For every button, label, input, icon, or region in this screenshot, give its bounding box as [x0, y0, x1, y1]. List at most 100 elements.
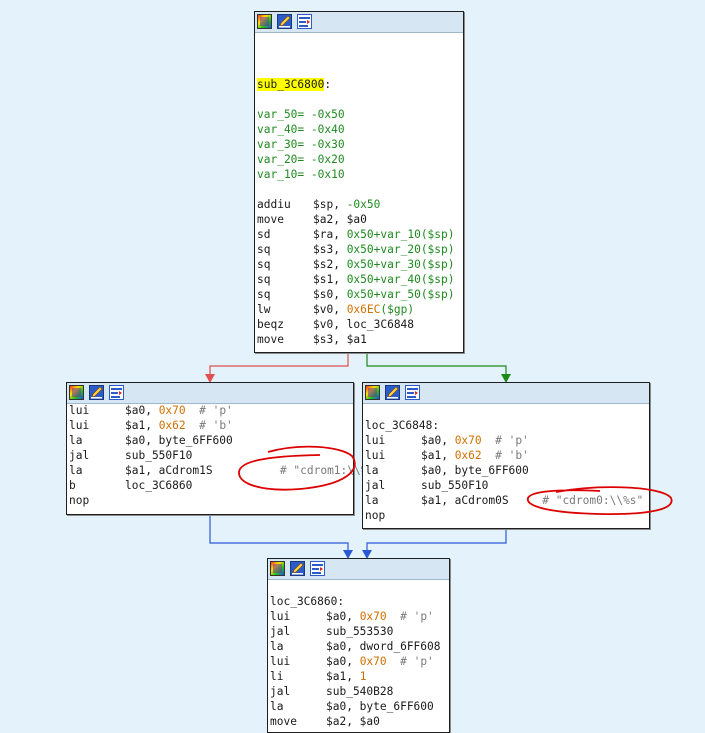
instruction-mnemonic: move	[257, 333, 284, 346]
instruction-comment: # 'p'	[185, 404, 233, 417]
instruction-operands: $s0, 0x50+var_50($sp)	[313, 287, 455, 302]
color-palette-icon[interactable]	[270, 561, 285, 576]
code-line: var_20= -0x20	[257, 152, 345, 167]
gp-offset-number: 0x6EC	[346, 303, 381, 316]
instruction-operands: $a0, 0x70 # 'p'	[421, 433, 529, 448]
code-block-cdrom1[interactable]: lui $a0, 0x70 # 'p' lui $a1, 0x62 # 'b' la $a…	[66, 382, 381, 515]
instruction-operands: $a0, 0x70 # 'p'	[326, 654, 434, 669]
instruction-mnemonic: move	[257, 213, 284, 226]
instruction-mnemonic: jal	[365, 479, 386, 492]
instruction-comment: # 'p'	[386, 655, 434, 668]
graph-switch-icon[interactable]	[297, 14, 312, 29]
block-titlebar	[268, 559, 449, 580]
instruction-mnemonic: la	[270, 700, 284, 713]
instruction-comment: # 'p'	[481, 434, 529, 447]
instruction-mnemonic: sq	[257, 273, 271, 286]
operand-text: sub_553530	[326, 625, 394, 638]
stack-var-name: var_30=	[257, 138, 311, 151]
gp-register: ($gp)	[380, 303, 415, 316]
operand-text: $a0,	[326, 655, 360, 668]
instruction-operands: $a0, 0x70 # 'p'	[125, 403, 233, 418]
operand-text: sub_540B28	[326, 685, 394, 698]
instruction-mnemonic: jal	[69, 449, 90, 462]
block-titlebar	[255, 12, 463, 33]
block-titlebar	[67, 383, 353, 404]
function-label: sub_3C6800	[257, 78, 325, 91]
code-block-loc-3c6848[interactable]: loc_3C6848: lui $a0, 0x70 # 'p' lui $a1, 0x6…	[362, 382, 650, 529]
operand-base: ($sp)	[420, 273, 455, 286]
instruction-mnemonic: lui	[365, 434, 386, 447]
instruction-mnemonic: sq	[257, 258, 271, 271]
instruction-operands: $a1, 0x62 # 'b'	[125, 418, 233, 433]
operand-text: loc_3C6860	[125, 479, 193, 492]
instruction-operands: $a2, $a0	[313, 212, 367, 227]
instruction-mnemonic: jal	[270, 625, 291, 638]
edge-branch-fallthrough	[366, 352, 507, 376]
instruction-operands: $a2, $a0	[326, 714, 380, 729]
stack-var-name: var_20=	[257, 153, 311, 166]
code-line: loc_3C6860:	[270, 594, 344, 609]
instruction-comment: # "cdrom0:\\%s"	[508, 494, 644, 507]
instruction-operands: $a0, dword_6FF608	[326, 639, 441, 654]
operand-base: ($sp)	[420, 288, 455, 301]
code-block-loc-3c6860[interactable]: loc_3C6860:lui $a0, 0x70 # 'p' jal sub_5535…	[267, 558, 450, 733]
color-palette-icon[interactable]	[365, 385, 380, 400]
edit-node-icon[interactable]	[290, 561, 305, 576]
operand-immediate: 0x70	[454, 434, 482, 447]
edit-node-icon[interactable]	[89, 385, 104, 400]
stack-var-name: var_40=	[257, 123, 311, 136]
instruction-mnemonic: lui	[365, 449, 386, 462]
instruction-operands: $a1, aCdrom1S # "cdrom1:\\%s"	[125, 463, 381, 478]
operand-text: $a1, aCdrom0S	[421, 494, 509, 507]
instruction-mnemonic: lui	[69, 404, 90, 417]
instruction-operands: $v0, 0x6EC($gp)	[313, 302, 414, 317]
stack-var-name: var_10=	[257, 168, 311, 181]
graph-switch-icon[interactable]	[310, 561, 325, 576]
operand-text: $a0, byte_6FF600	[326, 700, 434, 713]
operand-immediate: 0x70	[359, 610, 387, 623]
instruction-mnemonic: lui	[270, 655, 291, 668]
operand-var: var_20	[380, 243, 421, 256]
operand-text: $a0, dword_6FF608	[326, 640, 441, 653]
code-block-sub-3c6800[interactable]: sub_3C6800: var_50= -0x50 var_40= -0x40 var…	[254, 11, 464, 353]
stack-var-offset: -0x50	[310, 108, 345, 121]
code-line: sub_3C6800:	[257, 77, 331, 92]
color-palette-icon[interactable]	[69, 385, 84, 400]
color-palette-icon[interactable]	[257, 14, 272, 29]
operand-immediate: 0x70	[158, 404, 186, 417]
operand-immediate: 0x50	[346, 273, 374, 286]
operand-text: $a0,	[326, 610, 360, 623]
operand-immediate: 1	[359, 670, 367, 683]
operand-base: ($sp)	[420, 258, 455, 271]
stack-var-offset: -0x30	[310, 138, 345, 151]
instruction-operands: $a1, 0x62 # 'b'	[421, 448, 529, 463]
operand-register: $sp,	[313, 198, 347, 211]
edit-node-icon[interactable]	[277, 14, 292, 29]
instruction-mnemonic: move	[270, 715, 297, 728]
operand-register: $v0, loc_3C6848	[313, 318, 415, 331]
instruction-operands: $v0, loc_3C6848	[313, 317, 414, 332]
graph-switch-icon[interactable]	[405, 385, 420, 400]
instruction-mnemonic: lw	[257, 303, 271, 316]
edge-branch-taken	[209, 352, 349, 376]
code-line: var_50= -0x50	[257, 107, 345, 122]
stack-var-name: var_50=	[257, 108, 311, 121]
operand-register: $ra,	[313, 228, 347, 241]
operand-gp-offset: 0x6EC($gp)	[347, 303, 414, 316]
instruction-mnemonic: b	[69, 479, 76, 492]
instruction-operands: $s3, $a1	[313, 332, 367, 347]
instruction-comment: # 'p'	[386, 610, 434, 623]
operand-register: $s1,	[313, 273, 347, 286]
instruction-operands: $a0, byte_6FF600	[326, 699, 434, 714]
operand-immediate: 0x50	[346, 288, 374, 301]
instruction-mnemonic: sq	[257, 243, 271, 256]
stack-var-offset: -0x20	[310, 153, 345, 166]
operand-base: ($sp)	[420, 243, 455, 256]
instruction-operands: $s2, 0x50+var_30($sp)	[313, 257, 455, 272]
graph-switch-icon[interactable]	[109, 385, 124, 400]
operand-immediate: 0x50	[346, 243, 374, 256]
edit-node-icon[interactable]	[385, 385, 400, 400]
instruction-comment: # "cdrom1:\\%s"	[212, 464, 381, 477]
instruction-mnemonic: nop	[365, 509, 386, 522]
operand-text: $a0,	[125, 404, 159, 417]
